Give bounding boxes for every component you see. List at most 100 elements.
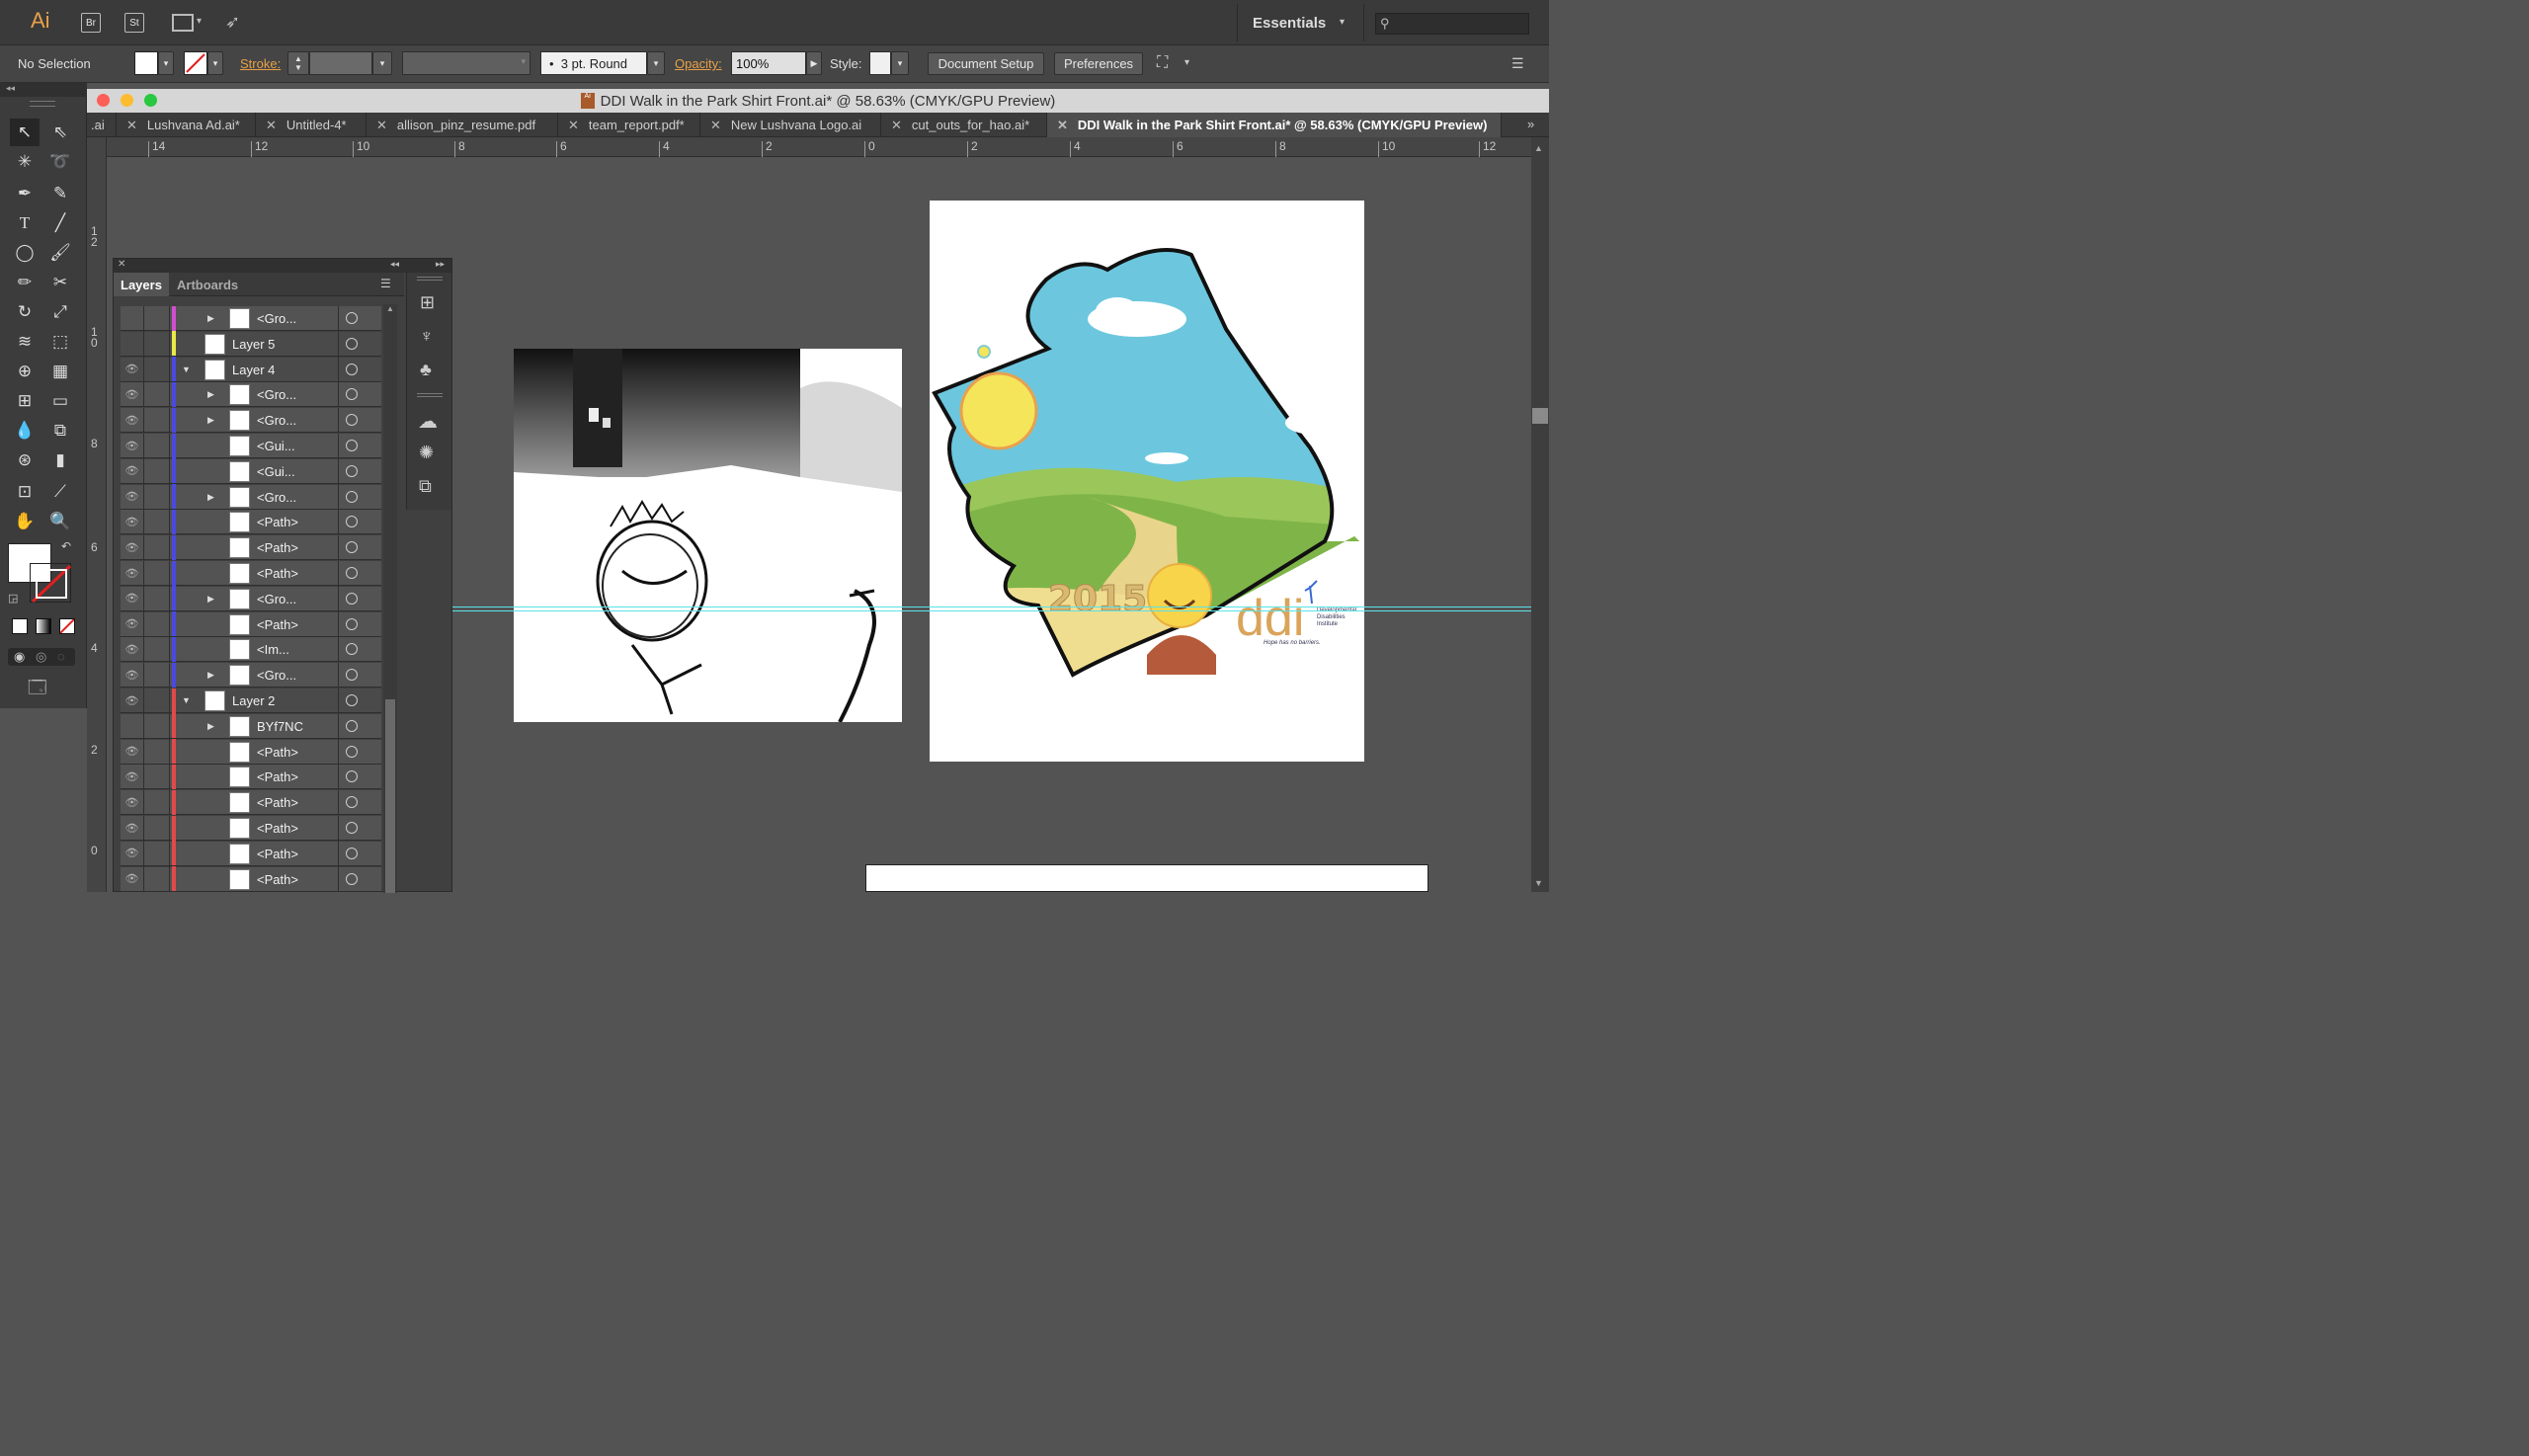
target-circle-icon[interactable] xyxy=(346,312,358,324)
lock-toggle[interactable] xyxy=(145,560,170,586)
sublayer-row[interactable]: 👁 ▶ <Gro... xyxy=(121,484,381,510)
minimize-window-button[interactable] xyxy=(121,94,133,107)
artboard-tool-icon[interactable]: ⊡ xyxy=(10,478,40,506)
sublayer-row[interactable]: 👁 ▶ <Gro... xyxy=(121,662,381,688)
column-graph-tool-icon[interactable]: ▮ xyxy=(45,446,75,474)
lock-toggle[interactable] xyxy=(145,458,170,484)
stroke-swatch[interactable] xyxy=(184,51,207,75)
pen-tool-icon[interactable]: ✒ xyxy=(10,180,40,207)
tab-document[interactable]: ✕ Untitled-4* xyxy=(256,113,367,137)
blend-tool-icon[interactable]: ⧉ xyxy=(45,417,75,445)
sublayer-row[interactable]: 👁 <Path> xyxy=(121,560,381,586)
visibility-toggle-icon[interactable]: 👁 xyxy=(121,586,144,611)
document-setup-button[interactable]: Document Setup xyxy=(928,52,1044,75)
artboard-shirt-front[interactable]: 2015 ddi Developmental Disabilities Inst… xyxy=(930,201,1364,762)
color-mode-icon[interactable] xyxy=(12,618,28,634)
sublayer-row[interactable]: 👁 <Im... xyxy=(121,636,381,663)
perspective-grid-tool-icon[interactable]: ▦ xyxy=(45,358,75,385)
sublayer-row[interactable]: 👁 <Path> xyxy=(121,534,381,561)
lock-toggle[interactable] xyxy=(145,357,170,382)
layer-name[interactable]: <Gro... xyxy=(257,668,296,683)
lock-toggle[interactable] xyxy=(145,841,170,866)
sublayer-row[interactable]: 👁 ▶ <Gro... xyxy=(121,586,381,611)
target-circle-icon[interactable] xyxy=(346,822,358,834)
close-panel-icon[interactable]: ✕ xyxy=(118,259,125,270)
visibility-toggle-icon[interactable]: 👁 xyxy=(121,611,144,637)
tab-layers[interactable]: Layers xyxy=(114,273,169,296)
layer-row[interactable]: 👁 ▼ Layer 4 xyxy=(121,357,381,382)
draw-modes[interactable]: ◉ ◎ ◌ xyxy=(8,648,75,666)
target-circle-icon[interactable] xyxy=(346,592,358,605)
workspace-switcher[interactable]: Essentials xyxy=(1253,15,1326,32)
visibility-toggle-icon[interactable]: 👁 xyxy=(121,841,144,866)
horizontal-ruler[interactable]: 14 12 10 8 6 4 2 0 2 4 6 8 10 12 xyxy=(107,137,1531,157)
artboards-panel-icon[interactable]: ⊞ xyxy=(420,292,435,313)
visibility-toggle-icon[interactable] xyxy=(121,331,144,357)
visibility-toggle-icon[interactable]: 👁 xyxy=(121,739,144,765)
layer-name[interactable]: <Path> xyxy=(257,847,298,861)
stroke-color-box[interactable] xyxy=(30,563,72,604)
layer-name[interactable]: <Im... xyxy=(257,642,289,657)
arrange-documents-icon[interactable] xyxy=(172,14,194,32)
expand-arrow-icon[interactable]: ▶ xyxy=(207,492,214,503)
artboard-partial[interactable] xyxy=(865,864,1428,892)
visibility-toggle-icon[interactable]: 👁 xyxy=(121,534,144,560)
expand-arrow-icon[interactable]: ▶ xyxy=(207,389,214,400)
target-circle-icon[interactable] xyxy=(346,363,358,375)
lock-toggle[interactable] xyxy=(145,815,170,841)
lock-toggle[interactable] xyxy=(145,381,170,407)
stroke-weight-dropdown[interactable]: ▾ xyxy=(372,51,392,75)
sublayer-row[interactable]: ▶ BYf7NC xyxy=(121,713,381,739)
none-mode-icon[interactable] xyxy=(59,618,75,634)
sublayer-row[interactable]: 👁 ▶ <Gro... xyxy=(121,381,381,408)
close-tab-icon[interactable]: ✕ xyxy=(1057,118,1068,133)
lasso-tool-icon[interactable]: ➰ xyxy=(45,148,75,176)
visibility-toggle-icon[interactable]: 👁 xyxy=(121,381,144,407)
layer-name[interactable]: <Path> xyxy=(257,821,298,836)
grip-icon[interactable] xyxy=(417,277,443,281)
lock-toggle[interactable] xyxy=(145,331,170,357)
target-circle-icon[interactable] xyxy=(346,745,358,758)
shape-builder-tool-icon[interactable]: ⊕ xyxy=(10,358,40,385)
mesh-tool-icon[interactable]: ⊞ xyxy=(10,387,40,415)
target-circle-icon[interactable] xyxy=(346,847,358,859)
panel-menu-icon[interactable]: ☰ xyxy=(380,277,391,290)
visibility-toggle-icon[interactable]: 👁 xyxy=(121,509,144,534)
layer-row[interactable]: 👁 ▼ Layer 2 xyxy=(121,688,381,713)
search-input[interactable]: ⚲ xyxy=(1375,13,1529,35)
selection-tool-icon[interactable]: ↖ xyxy=(10,119,40,146)
sublayer-row[interactable]: 👁 <Gui... xyxy=(121,433,381,458)
close-tab-icon[interactable]: ✕ xyxy=(376,118,387,133)
lock-toggle[interactable] xyxy=(145,509,170,534)
chevron-down-icon[interactable]: ▾ xyxy=(1184,57,1189,68)
lock-toggle[interactable] xyxy=(145,484,170,510)
layer-name[interactable]: <Path> xyxy=(257,515,298,529)
lock-toggle[interactable] xyxy=(145,713,170,739)
graphic-style-swatch[interactable] xyxy=(869,51,891,75)
brushes-panel-icon[interactable]: ♆ xyxy=(420,326,434,347)
tab-document[interactable]: .ai xyxy=(87,113,117,137)
scroll-up-icon[interactable]: ▲ xyxy=(386,304,394,313)
sublayer-row[interactable]: ▶ <Gro... xyxy=(121,305,381,331)
warp-tool-icon[interactable]: ≋ xyxy=(10,328,40,356)
tab-document[interactable]: ✕ allison_pinz_resume.pdf xyxy=(367,113,558,137)
type-tool-icon[interactable]: T xyxy=(10,209,40,237)
rotate-tool-icon[interactable]: ↻ xyxy=(10,298,40,326)
fill-swatch[interactable] xyxy=(134,51,158,75)
target-circle-icon[interactable] xyxy=(346,440,358,451)
collapse-arrow-icon[interactable]: ▼ xyxy=(182,695,191,705)
lock-toggle[interactable] xyxy=(145,688,170,713)
layer-name[interactable]: <Gui... xyxy=(257,439,295,453)
layer-name[interactable]: <Path> xyxy=(257,617,298,632)
variable-width-profile[interactable]: ▾ xyxy=(402,51,530,75)
default-fill-stroke-icon[interactable]: ◲ xyxy=(8,592,18,605)
sketch-image[interactable] xyxy=(514,349,902,722)
opacity-flyout[interactable]: ▶ xyxy=(806,51,822,75)
layer-name[interactable]: BYf7NC xyxy=(257,719,303,734)
draw-inside-icon[interactable]: ◌ xyxy=(57,649,65,664)
layer-name[interactable]: <Gro... xyxy=(257,413,296,428)
scroll-thumb[interactable] xyxy=(1532,408,1548,424)
visibility-toggle-icon[interactable]: 👁 xyxy=(121,764,144,789)
collapse-panel-icon[interactable]: ◂◂ xyxy=(390,259,399,270)
target-circle-icon[interactable] xyxy=(346,719,358,732)
